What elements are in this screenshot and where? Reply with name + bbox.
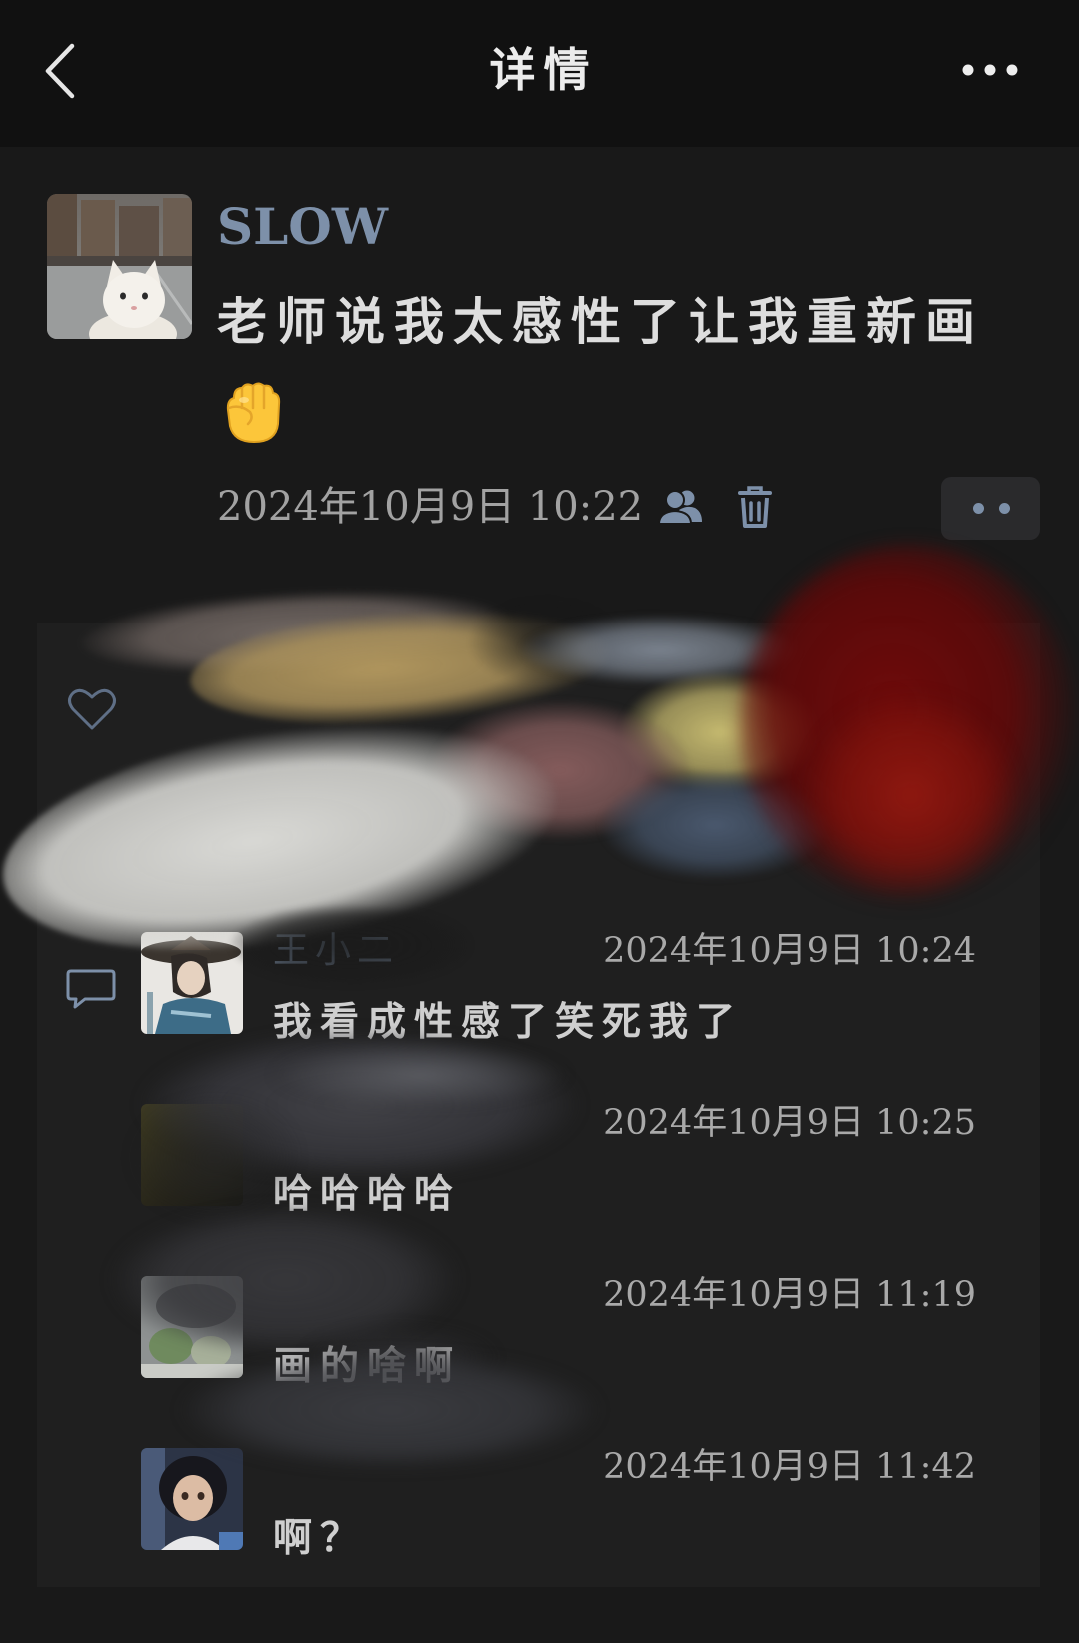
- dot: [999, 503, 1010, 514]
- page-title: 详情: [489, 43, 598, 97]
- comment-text: 哈哈哈哈: [273, 1171, 462, 1217]
- author-avatar[interactable]: [47, 194, 192, 339]
- post-text: 老师说我太感性了让我重新画: [217, 292, 984, 351]
- dot: [973, 503, 984, 514]
- heart-icon: [68, 688, 116, 730]
- comment-text: 我看成性感了笑死我了: [273, 999, 744, 1045]
- comment-time: 2024年10月9日 11:42: [603, 1447, 976, 1487]
- comment-row[interactable]: 2024年10月9日 11:19 画的啥啊: [37, 1275, 1040, 1426]
- comment-time: 2024年10月9日 10:24: [603, 931, 976, 971]
- cat-photo-avatar: [47, 194, 192, 339]
- author-name[interactable]: SLOW: [217, 197, 388, 257]
- post-timestamp: 2024年10月9日 10:22: [217, 484, 644, 530]
- avatar[interactable]: [141, 1104, 243, 1206]
- comment-row[interactable]: 王小二 2024年10月9日 10:24 我看成性感了笑死我了: [37, 929, 1040, 1082]
- comment-row[interactable]: 2024年10月9日 10:25 哈哈哈哈: [37, 1103, 1040, 1254]
- comment-author[interactable]: 王小二: [273, 929, 399, 973]
- likes-comments-panel: 王小二 2024年10月9日 10:24 我看成性感了笑死我了 2024年10月…: [37, 623, 1040, 1587]
- top-bar: 详情: [0, 0, 1079, 147]
- more-horizontal-icon[interactable]: [958, 56, 1022, 84]
- comment-time: 2024年10月9日 11:19: [603, 1275, 976, 1315]
- comment-time: 2024年10月9日 10:25: [603, 1103, 976, 1143]
- comment-text: 啊？: [273, 1515, 368, 1561]
- avatar[interactable]: [141, 1448, 243, 1550]
- comment-row[interactable]: 2024年10月9日 11:42 啊？: [37, 1447, 1040, 1598]
- comment-text: 画的啥啊: [273, 1343, 462, 1389]
- avatar[interactable]: [141, 932, 243, 1034]
- friends-icon[interactable]: [657, 488, 703, 526]
- moments-detail-page: 详情 SLOW 老师说我太感性了让我重新画 2024年10月9日 10:22 王…: [0, 0, 1079, 1643]
- two-dots-icon[interactable]: [941, 477, 1040, 540]
- post-meta-row: 2024年10月9日 10:22: [217, 481, 773, 533]
- raised-fist-emoji: [226, 382, 281, 444]
- avatar[interactable]: [141, 1276, 243, 1378]
- trash-icon[interactable]: [737, 484, 773, 530]
